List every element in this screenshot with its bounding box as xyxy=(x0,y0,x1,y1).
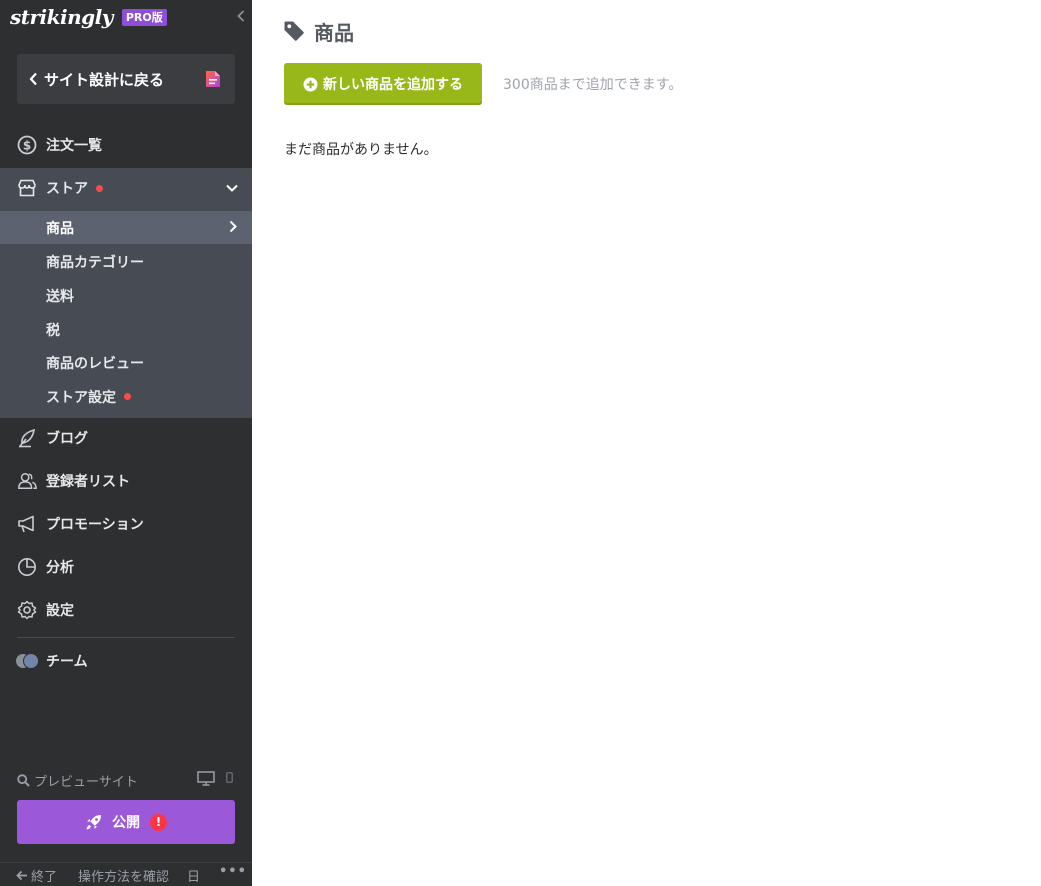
back-to-editor-button[interactable]: サイト設計に戻る xyxy=(17,54,235,104)
main-content: 商品 新しい商品を追加する 300商品まで追加できます。 まだ商品がありません。 xyxy=(252,0,1041,886)
sidebar-subitem-label: 商品のレビュー xyxy=(46,355,144,372)
chevron-right-icon xyxy=(229,220,237,237)
preview-row: プレビューサイト xyxy=(17,770,235,790)
tag-icon xyxy=(283,20,305,42)
sidebar-subitem-label: ストア設定 xyxy=(46,389,116,406)
sidebar-item-label: ストア xyxy=(46,181,88,197)
megaphone-icon xyxy=(17,514,37,534)
sidebar-item-settings[interactable]: 設定 xyxy=(0,590,252,630)
svg-text:$: $ xyxy=(23,139,31,153)
add-product-label: 新しい商品を追加する xyxy=(323,77,463,93)
sidebar-subitem-label: 商品 xyxy=(46,220,74,237)
back-to-editor-label: サイト設計に戻る xyxy=(44,70,165,89)
storefront-icon xyxy=(17,178,37,198)
page-edit-icon xyxy=(205,70,221,92)
dollar-circle-icon: $ xyxy=(17,135,37,155)
sidebar-item-subscribers[interactable]: 登録者リスト xyxy=(0,461,252,501)
help-link[interactable]: 操作方法を確認 xyxy=(78,866,169,885)
gear-icon xyxy=(17,600,37,620)
logo-text: strikingly xyxy=(10,5,113,29)
add-product-button[interactable]: 新しい商品を追加する xyxy=(284,63,482,105)
sidebar-divider xyxy=(17,637,235,638)
team-avatars xyxy=(15,652,41,670)
page-title: 商品 xyxy=(283,18,354,45)
pro-badge: PRO版 xyxy=(121,8,167,26)
chevron-left-icon xyxy=(29,72,38,86)
publish-label: 公開 xyxy=(112,815,140,831)
sidebar-footer: 終了 操作方法を確認 日 ••• xyxy=(0,862,252,886)
sidebar-item-team[interactable]: チーム xyxy=(0,641,252,681)
sidebar-subitem-shipping[interactable]: 送料 xyxy=(0,279,252,312)
sidebar-item-analytics[interactable]: 分析 xyxy=(0,547,252,587)
sidebar-item-label: 設定 xyxy=(46,603,74,619)
sidebar-item-label: 登録者リスト xyxy=(46,474,130,490)
chevron-left-icon xyxy=(237,10,245,22)
users-icon xyxy=(17,471,37,491)
collapse-sidebar-button[interactable] xyxy=(233,6,249,26)
alert-dot xyxy=(124,393,131,400)
sidebar-subitem-label: 送料 xyxy=(46,288,74,305)
sidebar: strikingly PRO版 サイト設計に戻る $ 注文一覧 ストア 商品 商… xyxy=(0,0,252,886)
sidebar-item-label: チーム xyxy=(46,654,88,670)
warning-badge: ! xyxy=(150,813,167,831)
sidebar-item-store[interactable]: ストア xyxy=(0,168,252,208)
sidebar-item-label: ブログ xyxy=(46,431,88,447)
avatar xyxy=(23,653,39,669)
sidebar-subitem-label: 税 xyxy=(46,322,60,339)
empty-products-message: まだ商品がありません。 xyxy=(284,142,438,158)
product-limit-note: 300商品まで追加できます。 xyxy=(503,77,683,93)
search-icon xyxy=(17,773,30,787)
sidebar-item-label: 分析 xyxy=(46,560,74,576)
alert-dot xyxy=(96,184,103,192)
sidebar-item-orders[interactable]: $ 注文一覧 xyxy=(0,125,252,165)
exit-button[interactable]: 終了 xyxy=(16,866,57,885)
sidebar-subitem-tax[interactable]: 税 xyxy=(0,313,252,346)
plus-circle-icon xyxy=(303,77,318,92)
mobile-preview-icon[interactable] xyxy=(226,772,233,787)
logo[interactable]: strikingly PRO版 xyxy=(10,4,167,30)
rocket-icon xyxy=(85,814,102,831)
sidebar-item-promotion[interactable]: プロモーション xyxy=(0,504,252,544)
quill-icon xyxy=(17,428,37,448)
sidebar-item-blog[interactable]: ブログ xyxy=(0,418,252,458)
preview-site-link[interactable]: プレビューサイト xyxy=(34,771,138,790)
page-title-text: 商品 xyxy=(314,20,354,45)
pie-chart-icon xyxy=(17,557,37,577)
sidebar-subitem-categories[interactable]: 商品カテゴリー xyxy=(0,245,252,278)
sidebar-subitem-label: 商品カテゴリー xyxy=(46,254,144,271)
sidebar-item-label: 注文一覧 xyxy=(46,138,102,154)
sidebar-item-label: プロモーション xyxy=(46,517,144,533)
arrow-left-icon xyxy=(16,870,27,881)
language-selector[interactable]: 日 xyxy=(187,866,200,885)
more-options-button[interactable]: ••• xyxy=(219,864,247,879)
exit-label: 終了 xyxy=(31,870,58,885)
publish-button[interactable]: 公開 ! xyxy=(17,800,235,844)
desktop-preview-icon[interactable] xyxy=(197,771,215,790)
sidebar-subitem-products[interactable]: 商品 xyxy=(0,211,252,244)
sidebar-subitem-reviews[interactable]: 商品のレビュー xyxy=(0,346,252,379)
chevron-down-icon xyxy=(226,180,238,196)
sidebar-subitem-store-settings[interactable]: ストア設定 xyxy=(0,380,252,413)
